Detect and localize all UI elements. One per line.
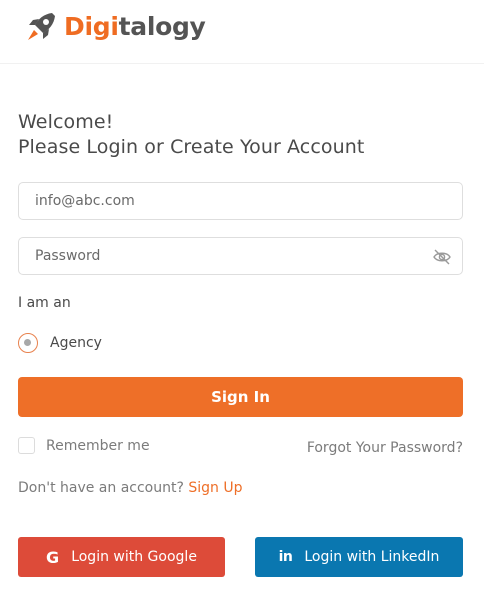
rocket-icon — [28, 13, 55, 40]
email-field[interactable] — [18, 182, 463, 220]
password-input[interactable] — [19, 238, 462, 274]
agency-radio[interactable] — [18, 333, 38, 353]
welcome-heading: Welcome! Please Login or Create Your Acc… — [18, 110, 364, 160]
agency-label: Agency — [50, 335, 102, 351]
sign-up-link[interactable]: Sign Up — [188, 480, 242, 496]
logo-text-rest: talogy — [118, 12, 206, 41]
remember-me-label: Remember me — [46, 437, 150, 454]
welcome-line-2: Please Login or Create Your Account — [18, 136, 365, 158]
linkedin-icon: in — [278, 549, 293, 565]
signup-row: Don't have an account? Sign Up — [18, 480, 243, 496]
eye-slash-icon[interactable] — [432, 247, 452, 267]
logo[interactable]: Digitalogy — [24, 10, 206, 44]
login-with-google-button[interactable]: G Login with Google — [18, 537, 225, 577]
linkedin-button-label: Login with LinkedIn — [304, 549, 440, 565]
role-prompt: I am an — [18, 295, 71, 311]
login-with-linkedin-button[interactable]: in Login with LinkedIn — [255, 537, 463, 577]
remember-me-checkbox[interactable] — [18, 437, 35, 454]
forgot-password-link[interactable]: Forgot Your Password? — [307, 440, 463, 456]
logo-text-accent: Digi — [64, 12, 119, 41]
login-page: Digitalogy Welcome! Please Login or Crea… — [0, 0, 484, 591]
welcome-line-1: Welcome! — [18, 111, 114, 133]
sign-in-button[interactable]: Sign In — [18, 377, 463, 417]
header: Digitalogy — [0, 0, 484, 64]
role-option-agency[interactable]: Agency — [18, 333, 102, 353]
logo-text: Digitalogy — [64, 10, 206, 44]
password-field[interactable] — [18, 237, 463, 275]
remember-me[interactable]: Remember me — [18, 437, 150, 454]
signup-prompt: Don't have an account? — [18, 480, 184, 496]
email-input[interactable] — [19, 183, 462, 219]
google-button-label: Login with Google — [71, 549, 197, 565]
google-icon: G — [46, 547, 60, 567]
